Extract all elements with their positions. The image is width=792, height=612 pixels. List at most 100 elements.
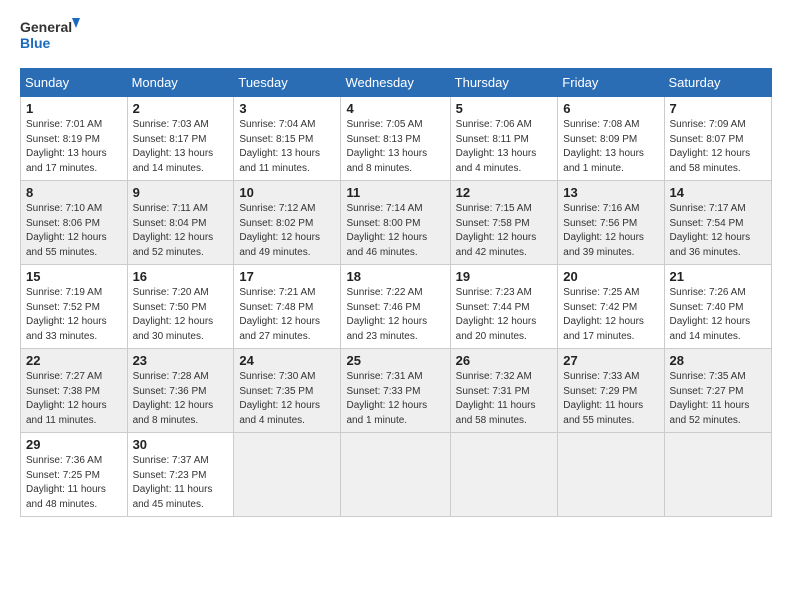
day-info: Sunrise: 7:26 AMSunset: 7:40 PMDaylight:… — [670, 287, 751, 342]
day-cell: 14 Sunrise: 7:17 AMSunset: 7:54 PMDaylig… — [664, 181, 771, 265]
day-info: Sunrise: 7:16 AMSunset: 7:56 PMDaylight:… — [563, 203, 644, 258]
day-cell: 17 Sunrise: 7:21 AMSunset: 7:48 PMDaylig… — [234, 265, 341, 349]
day-cell: 12 Sunrise: 7:15 AMSunset: 7:58 PMDaylig… — [450, 181, 558, 265]
day-number: 26 — [456, 353, 553, 368]
day-info: Sunrise: 7:35 AMSunset: 7:27 PMDaylight:… — [670, 371, 750, 426]
day-cell: 27 Sunrise: 7:33 AMSunset: 7:29 PMDaylig… — [558, 349, 664, 433]
day-cell: 24 Sunrise: 7:30 AMSunset: 7:35 PMDaylig… — [234, 349, 341, 433]
day-info: Sunrise: 7:21 AMSunset: 7:48 PMDaylight:… — [239, 287, 320, 342]
day-cell: 2 Sunrise: 7:03 AMSunset: 8:17 PMDayligh… — [127, 97, 234, 181]
day-info: Sunrise: 7:20 AMSunset: 7:50 PMDaylight:… — [133, 287, 214, 342]
day-cell: 7 Sunrise: 7:09 AMSunset: 8:07 PMDayligh… — [664, 97, 771, 181]
day-number: 30 — [133, 437, 229, 452]
day-cell: 13 Sunrise: 7:16 AMSunset: 7:56 PMDaylig… — [558, 181, 664, 265]
day-info: Sunrise: 7:15 AMSunset: 7:58 PMDaylight:… — [456, 203, 537, 258]
day-cell: 4 Sunrise: 7:05 AMSunset: 8:13 PMDayligh… — [341, 97, 450, 181]
day-number: 5 — [456, 101, 553, 116]
col-tuesday: Tuesday — [234, 69, 341, 97]
day-number: 28 — [670, 353, 766, 368]
day-cell: 25 Sunrise: 7:31 AMSunset: 7:33 PMDaylig… — [341, 349, 450, 433]
day-cell: 20 Sunrise: 7:25 AMSunset: 7:42 PMDaylig… — [558, 265, 664, 349]
svg-text:Blue: Blue — [20, 35, 51, 51]
header: General Blue — [20, 16, 772, 56]
day-number: 23 — [133, 353, 229, 368]
day-number: 12 — [456, 185, 553, 200]
day-cell: 3 Sunrise: 7:04 AMSunset: 8:15 PMDayligh… — [234, 97, 341, 181]
day-info: Sunrise: 7:23 AMSunset: 7:44 PMDaylight:… — [456, 287, 537, 342]
day-info: Sunrise: 7:08 AMSunset: 8:09 PMDaylight:… — [563, 119, 644, 174]
page: General Blue Sunday Monday Tuesday Wedne… — [0, 0, 792, 612]
day-info: Sunrise: 7:37 AMSunset: 7:23 PMDaylight:… — [133, 455, 213, 510]
week-row-3: 15 Sunrise: 7:19 AMSunset: 7:52 PMDaylig… — [21, 265, 772, 349]
day-number: 19 — [456, 269, 553, 284]
col-wednesday: Wednesday — [341, 69, 450, 97]
day-info: Sunrise: 7:30 AMSunset: 7:35 PMDaylight:… — [239, 371, 320, 426]
day-number: 13 — [563, 185, 658, 200]
day-number: 16 — [133, 269, 229, 284]
day-info: Sunrise: 7:10 AMSunset: 8:06 PMDaylight:… — [26, 203, 107, 258]
day-info: Sunrise: 7:11 AMSunset: 8:04 PMDaylight:… — [133, 203, 214, 258]
day-number: 11 — [346, 185, 444, 200]
day-cell: 26 Sunrise: 7:32 AMSunset: 7:31 PMDaylig… — [450, 349, 558, 433]
day-info: Sunrise: 7:17 AMSunset: 7:54 PMDaylight:… — [670, 203, 751, 258]
week-row-5: 29 Sunrise: 7:36 AMSunset: 7:25 PMDaylig… — [21, 433, 772, 517]
day-cell: 29 Sunrise: 7:36 AMSunset: 7:25 PMDaylig… — [21, 433, 128, 517]
day-number: 22 — [26, 353, 122, 368]
day-info: Sunrise: 7:05 AMSunset: 8:13 PMDaylight:… — [346, 119, 427, 174]
col-sunday: Sunday — [21, 69, 128, 97]
day-info: Sunrise: 7:09 AMSunset: 8:07 PMDaylight:… — [670, 119, 751, 174]
day-cell: 30 Sunrise: 7:37 AMSunset: 7:23 PMDaylig… — [127, 433, 234, 517]
day-number: 6 — [563, 101, 658, 116]
col-saturday: Saturday — [664, 69, 771, 97]
day-number: 15 — [26, 269, 122, 284]
week-row-4: 22 Sunrise: 7:27 AMSunset: 7:38 PMDaylig… — [21, 349, 772, 433]
day-number: 17 — [239, 269, 335, 284]
day-info: Sunrise: 7:12 AMSunset: 8:02 PMDaylight:… — [239, 203, 320, 258]
day-cell: 10 Sunrise: 7:12 AMSunset: 8:02 PMDaylig… — [234, 181, 341, 265]
day-number: 14 — [670, 185, 766, 200]
day-cell: 11 Sunrise: 7:14 AMSunset: 8:00 PMDaylig… — [341, 181, 450, 265]
day-info: Sunrise: 7:22 AMSunset: 7:46 PMDaylight:… — [346, 287, 427, 342]
day-number: 25 — [346, 353, 444, 368]
day-cell: 5 Sunrise: 7:06 AMSunset: 8:11 PMDayligh… — [450, 97, 558, 181]
day-info: Sunrise: 7:33 AMSunset: 7:29 PMDaylight:… — [563, 371, 643, 426]
day-number: 7 — [670, 101, 766, 116]
col-friday: Friday — [558, 69, 664, 97]
logo: General Blue — [20, 16, 80, 56]
week-row-2: 8 Sunrise: 7:10 AMSunset: 8:06 PMDayligh… — [21, 181, 772, 265]
day-info: Sunrise: 7:06 AMSunset: 8:11 PMDaylight:… — [456, 119, 537, 174]
col-monday: Monday — [127, 69, 234, 97]
day-cell — [558, 433, 664, 517]
day-number: 2 — [133, 101, 229, 116]
week-row-1: 1 Sunrise: 7:01 AMSunset: 8:19 PMDayligh… — [21, 97, 772, 181]
day-cell: 23 Sunrise: 7:28 AMSunset: 7:36 PMDaylig… — [127, 349, 234, 433]
day-cell: 15 Sunrise: 7:19 AMSunset: 7:52 PMDaylig… — [21, 265, 128, 349]
day-cell — [234, 433, 341, 517]
day-info: Sunrise: 7:31 AMSunset: 7:33 PMDaylight:… — [346, 371, 427, 426]
day-cell: 18 Sunrise: 7:22 AMSunset: 7:46 PMDaylig… — [341, 265, 450, 349]
day-number: 27 — [563, 353, 658, 368]
svg-text:General: General — [20, 19, 72, 35]
day-cell: 16 Sunrise: 7:20 AMSunset: 7:50 PMDaylig… — [127, 265, 234, 349]
day-number: 29 — [26, 437, 122, 452]
day-number: 4 — [346, 101, 444, 116]
day-cell: 21 Sunrise: 7:26 AMSunset: 7:40 PMDaylig… — [664, 265, 771, 349]
logo-svg: General Blue — [20, 16, 80, 56]
day-info: Sunrise: 7:04 AMSunset: 8:15 PMDaylight:… — [239, 119, 320, 174]
day-number: 24 — [239, 353, 335, 368]
day-cell — [664, 433, 771, 517]
day-info: Sunrise: 7:25 AMSunset: 7:42 PMDaylight:… — [563, 287, 644, 342]
day-cell: 6 Sunrise: 7:08 AMSunset: 8:09 PMDayligh… — [558, 97, 664, 181]
day-number: 20 — [563, 269, 658, 284]
day-cell: 22 Sunrise: 7:27 AMSunset: 7:38 PMDaylig… — [21, 349, 128, 433]
day-number: 3 — [239, 101, 335, 116]
day-number: 18 — [346, 269, 444, 284]
day-info: Sunrise: 7:28 AMSunset: 7:36 PMDaylight:… — [133, 371, 214, 426]
day-number: 10 — [239, 185, 335, 200]
day-info: Sunrise: 7:19 AMSunset: 7:52 PMDaylight:… — [26, 287, 107, 342]
day-number: 9 — [133, 185, 229, 200]
day-cell: 9 Sunrise: 7:11 AMSunset: 8:04 PMDayligh… — [127, 181, 234, 265]
day-cell — [341, 433, 450, 517]
day-number: 1 — [26, 101, 122, 116]
day-cell: 8 Sunrise: 7:10 AMSunset: 8:06 PMDayligh… — [21, 181, 128, 265]
